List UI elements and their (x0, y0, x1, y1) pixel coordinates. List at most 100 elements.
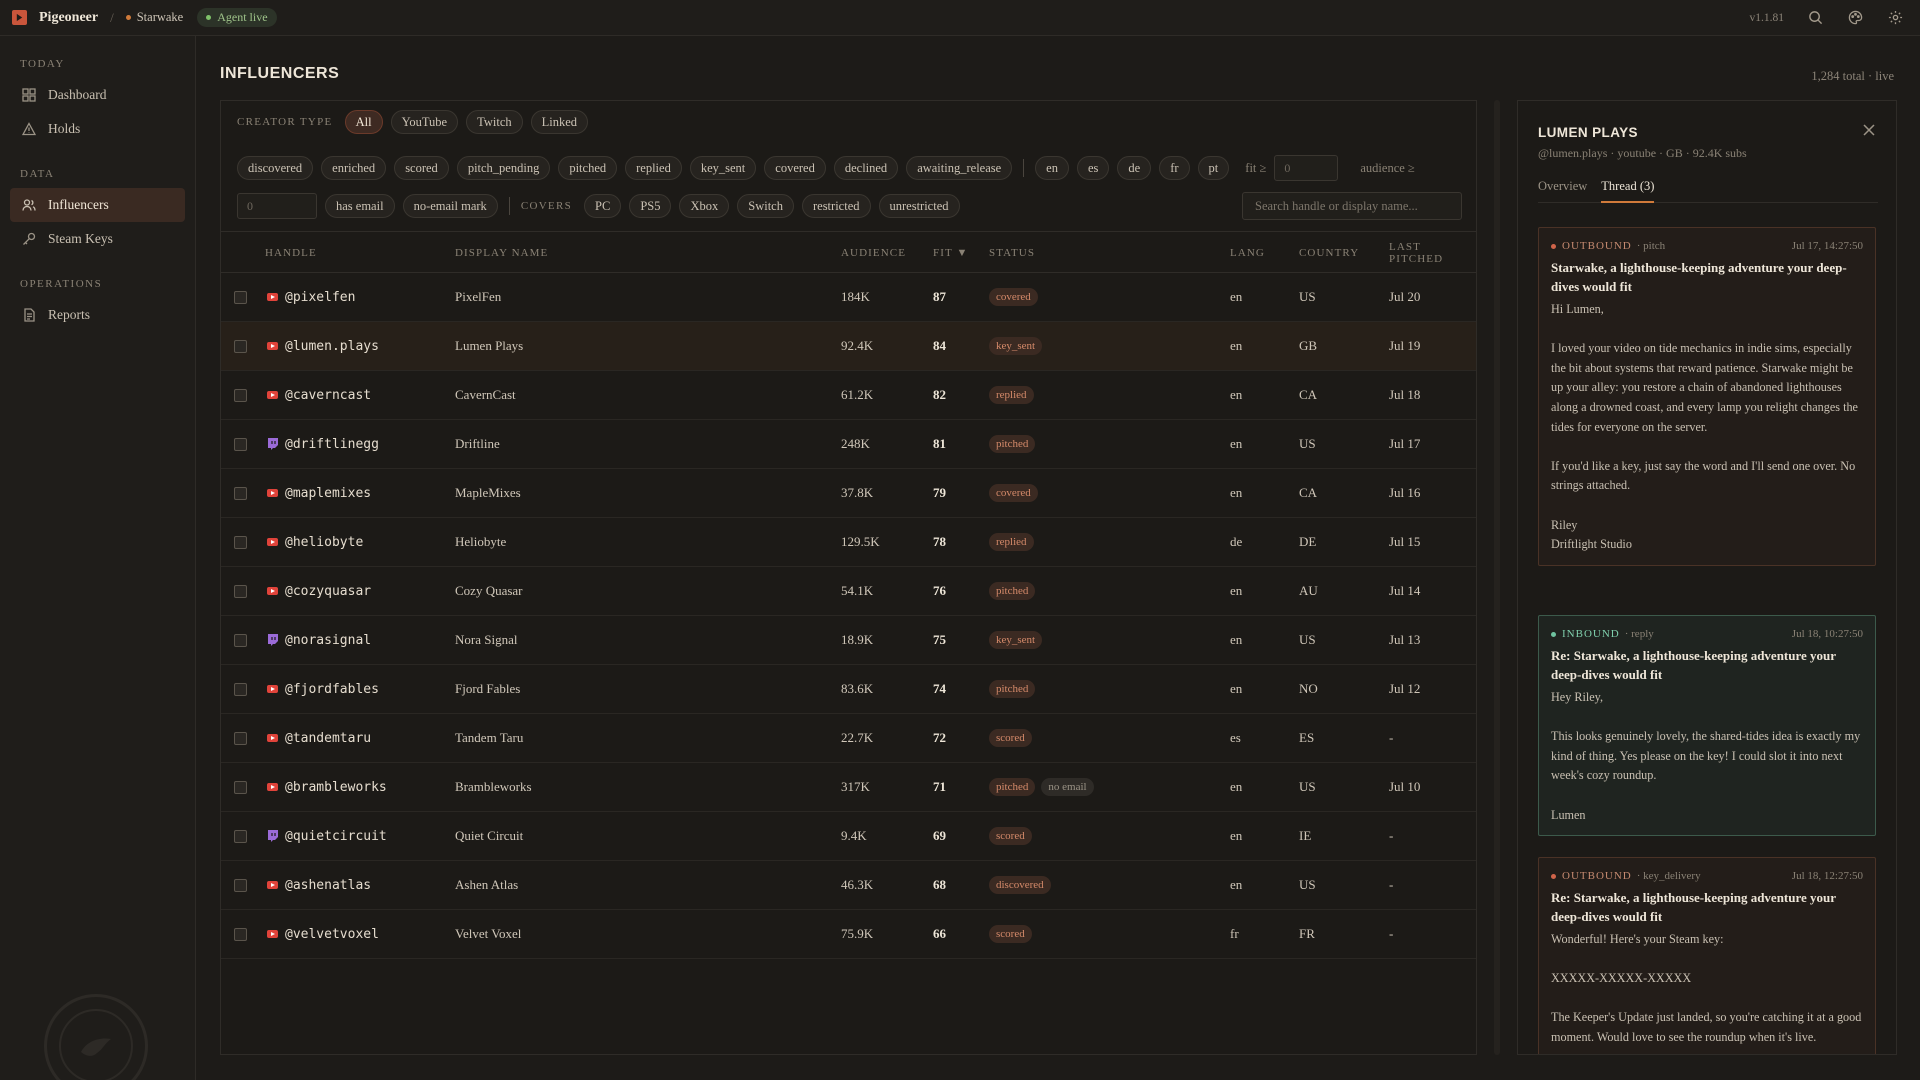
table-row[interactable]: @velvetvoxel Velvet Voxel 75.9K 66 scored fr F… (221, 910, 1476, 959)
row-checkbox[interactable] (234, 388, 247, 402)
row-handle[interactable]: @quietcircuit (285, 829, 387, 844)
platform-chip[interactable]: restricted (801, 194, 871, 218)
status-chip[interactable]: covered (764, 156, 826, 180)
row-checkbox[interactable] (234, 535, 247, 549)
audience-min-input[interactable]: 0 (237, 193, 317, 219)
status-chip[interactable]: declined (833, 156, 899, 180)
creator-type-chip[interactable]: Linked (530, 110, 589, 134)
settings-gear-icon[interactable] (1886, 9, 1904, 27)
tab-thread[interactable]: Thread (3) (1601, 179, 1655, 203)
fit-min-input[interactable]: 0 (1274, 155, 1339, 181)
sidebar-item-holds[interactable]: Holds (10, 112, 185, 146)
status-chip[interactable]: scored (394, 156, 449, 180)
row-fit-score: 74 (933, 681, 946, 696)
has-email-chip[interactable]: has email (325, 194, 395, 218)
status-chip[interactable]: pitched (558, 156, 618, 180)
language-chip[interactable]: fr (1159, 156, 1190, 180)
sidebar-item-influencers[interactable]: Influencers (10, 188, 185, 222)
sidebar-item-dashboard[interactable]: Dashboard (10, 78, 185, 112)
row-handle[interactable]: @maplemixes (285, 486, 371, 501)
no-email-mark-chip[interactable]: no-email mark (402, 194, 498, 218)
row-checkbox[interactable] (234, 878, 247, 892)
table-row[interactable]: @norasignal Nora Signal 18.9K 75 key_sent en U… (221, 616, 1476, 665)
status-chip[interactable]: key_sent (689, 156, 757, 180)
row-handle[interactable]: @driftlinegg (285, 437, 379, 452)
column-header-audience[interactable]: AUDIENCE (841, 247, 906, 259)
language-chip[interactable]: en (1035, 156, 1069, 180)
row-handle[interactable]: @lumen.plays (285, 339, 379, 354)
column-header-status[interactable]: STATUS (989, 247, 1035, 259)
language-chip[interactable]: es (1076, 156, 1110, 180)
tab-overview[interactable]: Overview (1538, 179, 1587, 203)
brand-name[interactable]: Pigeoneer (39, 10, 98, 26)
platform-chip[interactable]: unrestricted (878, 194, 960, 218)
search-icon[interactable] (1806, 9, 1824, 27)
thread-message[interactable]: OUTBOUND · pitch Jul 17, 14:27:50 Starwake,… (1538, 227, 1876, 566)
thread-message[interactable]: OUTBOUND · key_delivery Jul 18, 12:27:50 Re… (1538, 857, 1876, 1054)
table-row[interactable]: @caverncast CavernCast 61.2K 82 replied en CA J… (221, 371, 1476, 420)
row-checkbox[interactable] (234, 584, 247, 598)
project-name[interactable]: Starwake (137, 10, 184, 25)
table-row[interactable]: @tandemtaru Tandem Taru 22.7K 72 scored es ES - (221, 714, 1476, 763)
status-chip[interactable]: pitch_pending (456, 156, 551, 180)
language-chip[interactable]: de (1117, 156, 1152, 180)
search-input[interactable]: Search handle or display name... (1242, 192, 1462, 220)
row-checkbox[interactable] (234, 633, 247, 647)
table-row[interactable]: @heliobyte Heliobyte 129.5K 78 replied de DE Ju… (221, 518, 1476, 567)
language-chip[interactable]: pt (1197, 156, 1230, 180)
row-checkbox[interactable] (234, 290, 247, 304)
filter-bar: CREATOR TYPE All YouTube Twitch Linked d… (221, 101, 1476, 232)
table-row[interactable]: @maplemixes MapleMixes 37.8K 79 covered en CA J… (221, 469, 1476, 518)
row-checkbox[interactable] (234, 682, 247, 696)
status-chip[interactable]: replied (625, 156, 682, 180)
table-row[interactable]: @fjordfables Fjord Fables 83.6K 74 pitched en… (221, 665, 1476, 714)
column-header-fit[interactable]: FIT ▼ (933, 247, 968, 259)
status-chip[interactable]: enriched (321, 156, 387, 180)
close-icon[interactable] (1862, 123, 1876, 137)
row-handle[interactable]: @brambleworks (285, 780, 387, 795)
platform-chip[interactable]: Xbox (679, 194, 730, 218)
row-handle[interactable]: @fjordfables (285, 682, 379, 697)
column-header-display-name[interactable]: DISPLAY NAME (455, 247, 548, 259)
row-handle[interactable]: @velvetvoxel (285, 927, 379, 942)
creator-type-chip[interactable]: Twitch (466, 110, 523, 134)
row-handle[interactable]: @ashenatlas (285, 878, 371, 893)
row-checkbox[interactable] (234, 829, 247, 843)
row-checkbox[interactable] (234, 927, 247, 941)
creator-type-chip[interactable]: All (344, 110, 383, 134)
table-row[interactable]: @lumen.plays Lumen Plays 92.4K 84 key_sent en… (221, 322, 1476, 371)
thread-message[interactable]: INBOUND · reply Jul 18, 10:27:50 Re: Starwa… (1538, 615, 1876, 837)
row-checkbox[interactable] (234, 486, 247, 500)
table-row[interactable]: @pixelfen PixelFen 184K 87 covered en US Jul 20 (221, 273, 1476, 322)
table-row[interactable]: @quietcircuit Quiet Circuit 9.4K 69 scored en… (221, 812, 1476, 861)
platform-chip[interactable]: PC (584, 194, 622, 218)
row-checkbox[interactable] (234, 339, 247, 353)
status-chip[interactable]: awaiting_release (906, 156, 1013, 180)
row-handle[interactable]: @caverncast (285, 388, 371, 403)
row-checkbox[interactable] (234, 731, 247, 745)
row-handle[interactable]: @cozyquasar (285, 584, 371, 599)
platform-chip[interactable]: Switch (737, 194, 794, 218)
creator-type-chip[interactable]: YouTube (390, 110, 459, 134)
table-row[interactable]: @driftlinegg Driftline 248K 81 pitched en US Ju… (221, 420, 1476, 469)
youtube-icon (266, 683, 278, 695)
table-row[interactable]: @ashenatlas Ashen Atlas 46.3K 68 discovered e… (221, 861, 1476, 910)
row-handle[interactable]: @pixelfen (285, 290, 355, 305)
row-checkbox[interactable] (234, 780, 247, 794)
column-header-country[interactable]: COUNTRY (1299, 247, 1359, 259)
row-handle[interactable]: @heliobyte (285, 535, 363, 550)
column-header-lang[interactable]: LANG (1230, 247, 1265, 259)
sidebar-item-reports[interactable]: Reports (10, 298, 185, 332)
sidebar-item-steam-keys[interactable]: Steam Keys (10, 222, 185, 256)
table-row[interactable]: @brambleworks Brambleworks 317K 71 pitched no… (221, 763, 1476, 812)
row-handle[interactable]: @norasignal (285, 633, 371, 648)
column-header-last-pitched[interactable]: LAST PITCHED (1389, 241, 1476, 265)
row-checkbox[interactable] (234, 437, 247, 451)
palette-icon[interactable] (1846, 9, 1864, 27)
table-row[interactable]: @cozyquasar Cozy Quasar 54.1K 76 pitched en AU… (221, 567, 1476, 616)
status-chip[interactable]: discovered (237, 156, 314, 180)
column-header-handle[interactable]: HANDLE (265, 247, 317, 259)
row-handle[interactable]: @tandemtaru (285, 731, 371, 746)
scrollbar-track[interactable] (1494, 100, 1500, 1055)
platform-chip[interactable]: PS5 (629, 194, 672, 218)
